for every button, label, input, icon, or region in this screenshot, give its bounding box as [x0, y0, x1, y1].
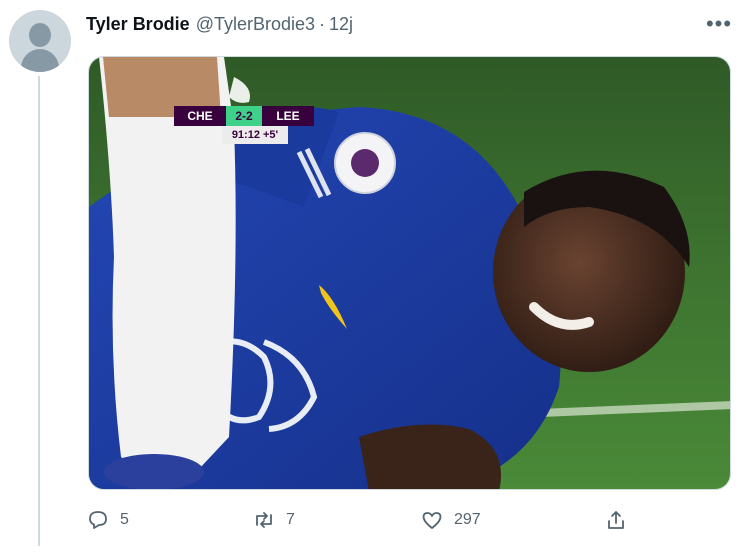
share-icon	[608, 511, 624, 529]
reply-count: 5	[120, 511, 129, 528]
thread-line	[38, 76, 40, 546]
avatar-body-shape	[21, 49, 59, 72]
tweet-header: Tyler Brodie @TylerBrodie3 · 12j	[86, 12, 353, 36]
retweet-button[interactable]: 7	[252, 506, 295, 534]
timestamp[interactable]: 12j	[329, 14, 353, 35]
avatar[interactable]	[9, 10, 71, 72]
teammate-boot	[104, 454, 204, 489]
share-button[interactable]	[604, 506, 638, 534]
retweet-count: 7	[286, 511, 295, 528]
scorebug-away-team: LEE	[262, 106, 314, 126]
like-icon	[422, 512, 442, 529]
reply-button[interactable]: 5	[86, 506, 129, 534]
tweet-actions: 5 7 297	[86, 506, 646, 534]
like-button[interactable]: 297	[420, 506, 481, 534]
scorebug-score: 2-2	[226, 106, 262, 126]
separator: ·	[319, 13, 326, 34]
like-count: 297	[454, 511, 481, 528]
display-name[interactable]: Tyler Brodie	[86, 14, 190, 35]
more-icon[interactable]: •••	[704, 10, 734, 38]
user-handle[interactable]: @TylerBrodie3	[196, 14, 315, 35]
avatar-head-shape	[29, 23, 51, 47]
reply-icon	[89, 511, 107, 529]
scorebug: CHE 2-2 LEE 91:12 +5'	[174, 106, 314, 146]
badge-lion	[351, 149, 379, 177]
scorebug-clock: 91:12 +5'	[222, 126, 288, 144]
scorebug-home-team: CHE	[174, 106, 226, 126]
retweet-icon	[256, 512, 272, 528]
